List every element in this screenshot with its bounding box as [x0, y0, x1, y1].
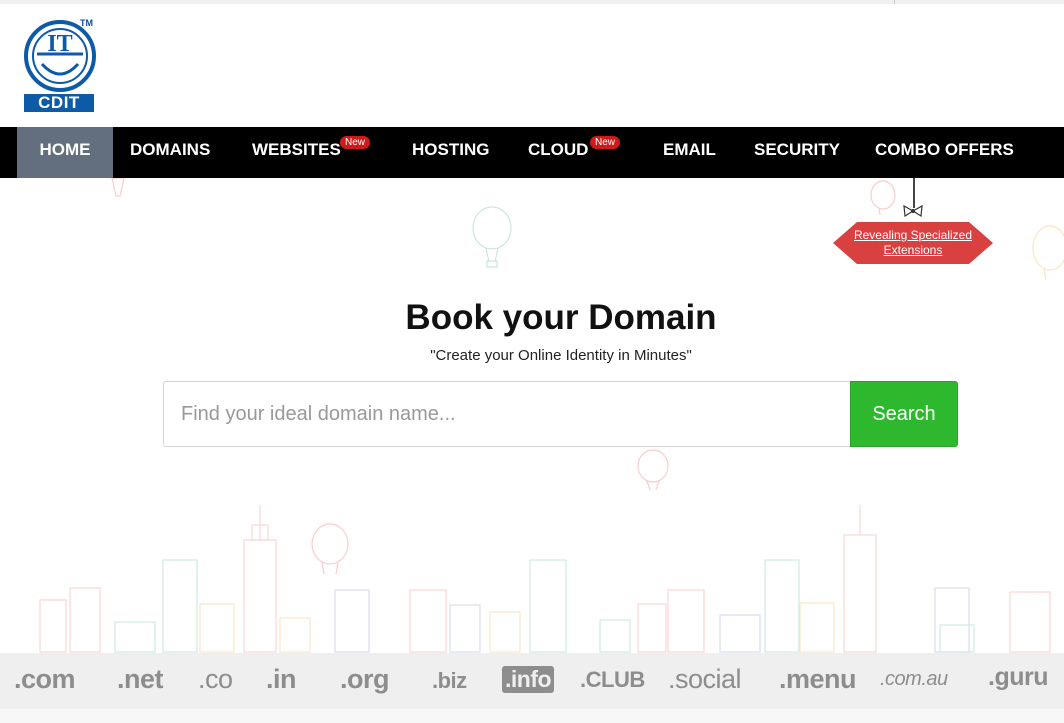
nav-item-combo-offers[interactable]: COMBO OFFERS [875, 127, 1014, 178]
tld-club: .CLUB [580, 667, 645, 692]
balloon-icon [111, 177, 125, 197]
nav-item-security[interactable]: SECURITY [754, 127, 840, 178]
nav-item-home[interactable]: HOME [17, 127, 113, 178]
promo-tag[interactable]: Revealing Specialized Extensions [833, 218, 993, 268]
promo-link[interactable]: Revealing Specialized Extensions [833, 228, 993, 258]
promo-line-1: Revealing Specialized [853, 228, 973, 242]
new-badge: New [340, 136, 371, 149]
tld-com: .com [14, 664, 76, 694]
tld-info: .info [502, 666, 555, 693]
balloon-icon [870, 180, 896, 216]
tld-strip: .com .net .co .in .org .biz .info .CLUB … [0, 653, 1064, 709]
domain-search-input[interactable] [164, 382, 850, 446]
nav-item-email[interactable]: EMAIL [663, 127, 716, 178]
tld-net: .net [117, 664, 164, 694]
page-bottom [0, 709, 1064, 723]
tld-social: .social [668, 664, 742, 694]
new-badge: New [590, 136, 621, 149]
balloon-icon [1032, 225, 1064, 281]
main-nav: HOME DOMAINS WEBSITES New HOSTING CLOUD … [0, 127, 1064, 178]
balloon-icon [472, 206, 512, 268]
tld-guru: .guru [988, 663, 1049, 691]
tld-com-au: .com.au [880, 668, 948, 690]
tld-biz: .biz [432, 668, 467, 693]
promo-line-2: Extensions [883, 243, 943, 257]
tld-co: .co [198, 664, 233, 694]
nav-item-websites[interactable]: WEBSITES [252, 127, 341, 178]
nav-item-cloud[interactable]: CLOUD [528, 127, 588, 178]
tld-in: .in [266, 664, 297, 694]
page-title: Book your Domain [405, 298, 717, 337]
tld-menu: .menu [779, 664, 857, 694]
page-subtitle: "Create your Online Identity in Minutes" [430, 347, 692, 364]
balloon-icon [637, 449, 669, 491]
nav-item-hosting[interactable]: HOSTING [412, 127, 489, 178]
bow-icon [903, 204, 923, 218]
search-button[interactable]: Search [850, 381, 958, 447]
balloon-icon [311, 523, 349, 575]
nav-item-domains[interactable]: DOMAINS [130, 127, 210, 178]
domain-search-box [163, 381, 850, 447]
tld-org: .org [340, 664, 390, 694]
